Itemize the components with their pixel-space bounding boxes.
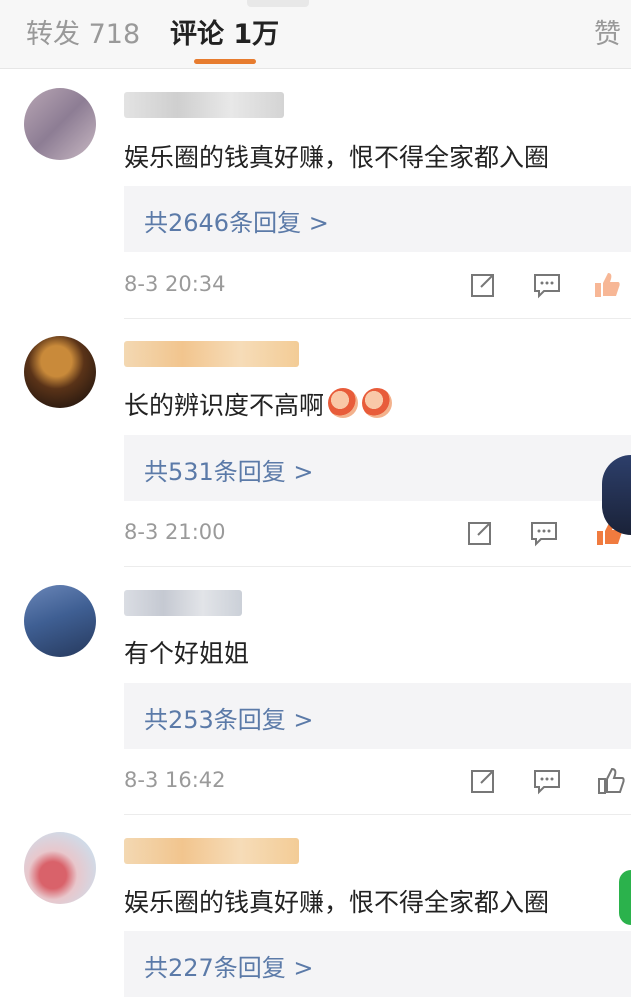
username-blurred[interactable] — [124, 341, 299, 367]
comment-time: 8-3 21:00 — [124, 520, 226, 544]
share-button[interactable] — [468, 270, 498, 300]
comment-icon — [534, 770, 560, 795]
status-pill — [247, 0, 309, 7]
reply-box[interactable]: 共531条回复 > — [124, 435, 631, 501]
comment-icon — [531, 522, 557, 547]
comment-button[interactable] — [532, 270, 562, 300]
tab-comments[interactable]: 评论 1万 — [170, 12, 279, 51]
comment-divider — [124, 318, 631, 319]
comment-icon — [534, 274, 560, 299]
reply-box[interactable]: 共253条回复 > — [124, 683, 631, 749]
comment-text: 娱乐圈的钱真好赚，恨不得全家都入圈 — [124, 888, 550, 917]
laugh-emoji-icon — [362, 388, 393, 418]
share-icon — [471, 274, 494, 297]
avatar[interactable] — [24, 88, 96, 160]
comment-divider — [124, 814, 631, 815]
reply-count-link[interactable]: 共253条回复 > — [144, 700, 314, 735]
like-icon — [598, 767, 625, 794]
username-blurred[interactable] — [124, 92, 284, 118]
reply-box[interactable]: 共2646条回复 > — [124, 186, 631, 252]
comment-divider — [124, 566, 631, 567]
laugh-emoji-icon — [328, 388, 359, 418]
comment-text: 长的辨识度不高啊 — [124, 386, 393, 422]
comment-time: 8-3 20:34 — [124, 272, 226, 296]
like-button[interactable] — [596, 766, 626, 796]
share-button[interactable] — [465, 518, 495, 548]
like-icon — [595, 273, 620, 297]
comment-button[interactable] — [529, 518, 559, 548]
tab-likes[interactable]: 赞 — [594, 12, 621, 51]
floating-button-edge — [619, 870, 631, 925]
reply-count-link[interactable]: 共227条回复 > — [144, 948, 314, 983]
comment-tab-bar: 转发 718 评论 1万 赞 — [0, 0, 631, 69]
share-icon — [471, 770, 494, 793]
username-blurred[interactable] — [124, 838, 299, 864]
username-blurred[interactable] — [124, 590, 242, 616]
avatar[interactable] — [24, 585, 96, 657]
active-tab-indicator — [194, 59, 256, 64]
reply-count-link[interactable]: 共531条回复 > — [144, 452, 314, 487]
reply-box[interactable]: 共227条回复 > — [124, 931, 631, 997]
share-button[interactable] — [468, 766, 498, 796]
comment-time: 8-3 16:42 — [124, 768, 226, 792]
avatar[interactable] — [24, 336, 96, 408]
tab-repost[interactable]: 转发 718 — [26, 12, 140, 51]
avatar[interactable] — [24, 832, 96, 904]
reply-count-link[interactable]: 共2646条回复 > — [144, 203, 329, 238]
comment-button[interactable] — [532, 766, 562, 796]
comment-text: 有个好姐姐 — [124, 639, 250, 668]
comment-text: 娱乐圈的钱真好赚，恨不得全家都入圈 — [124, 143, 550, 172]
like-button[interactable] — [592, 270, 622, 300]
share-icon — [468, 522, 491, 545]
comment-text-body: 长的辨识度不高啊 — [124, 391, 325, 420]
